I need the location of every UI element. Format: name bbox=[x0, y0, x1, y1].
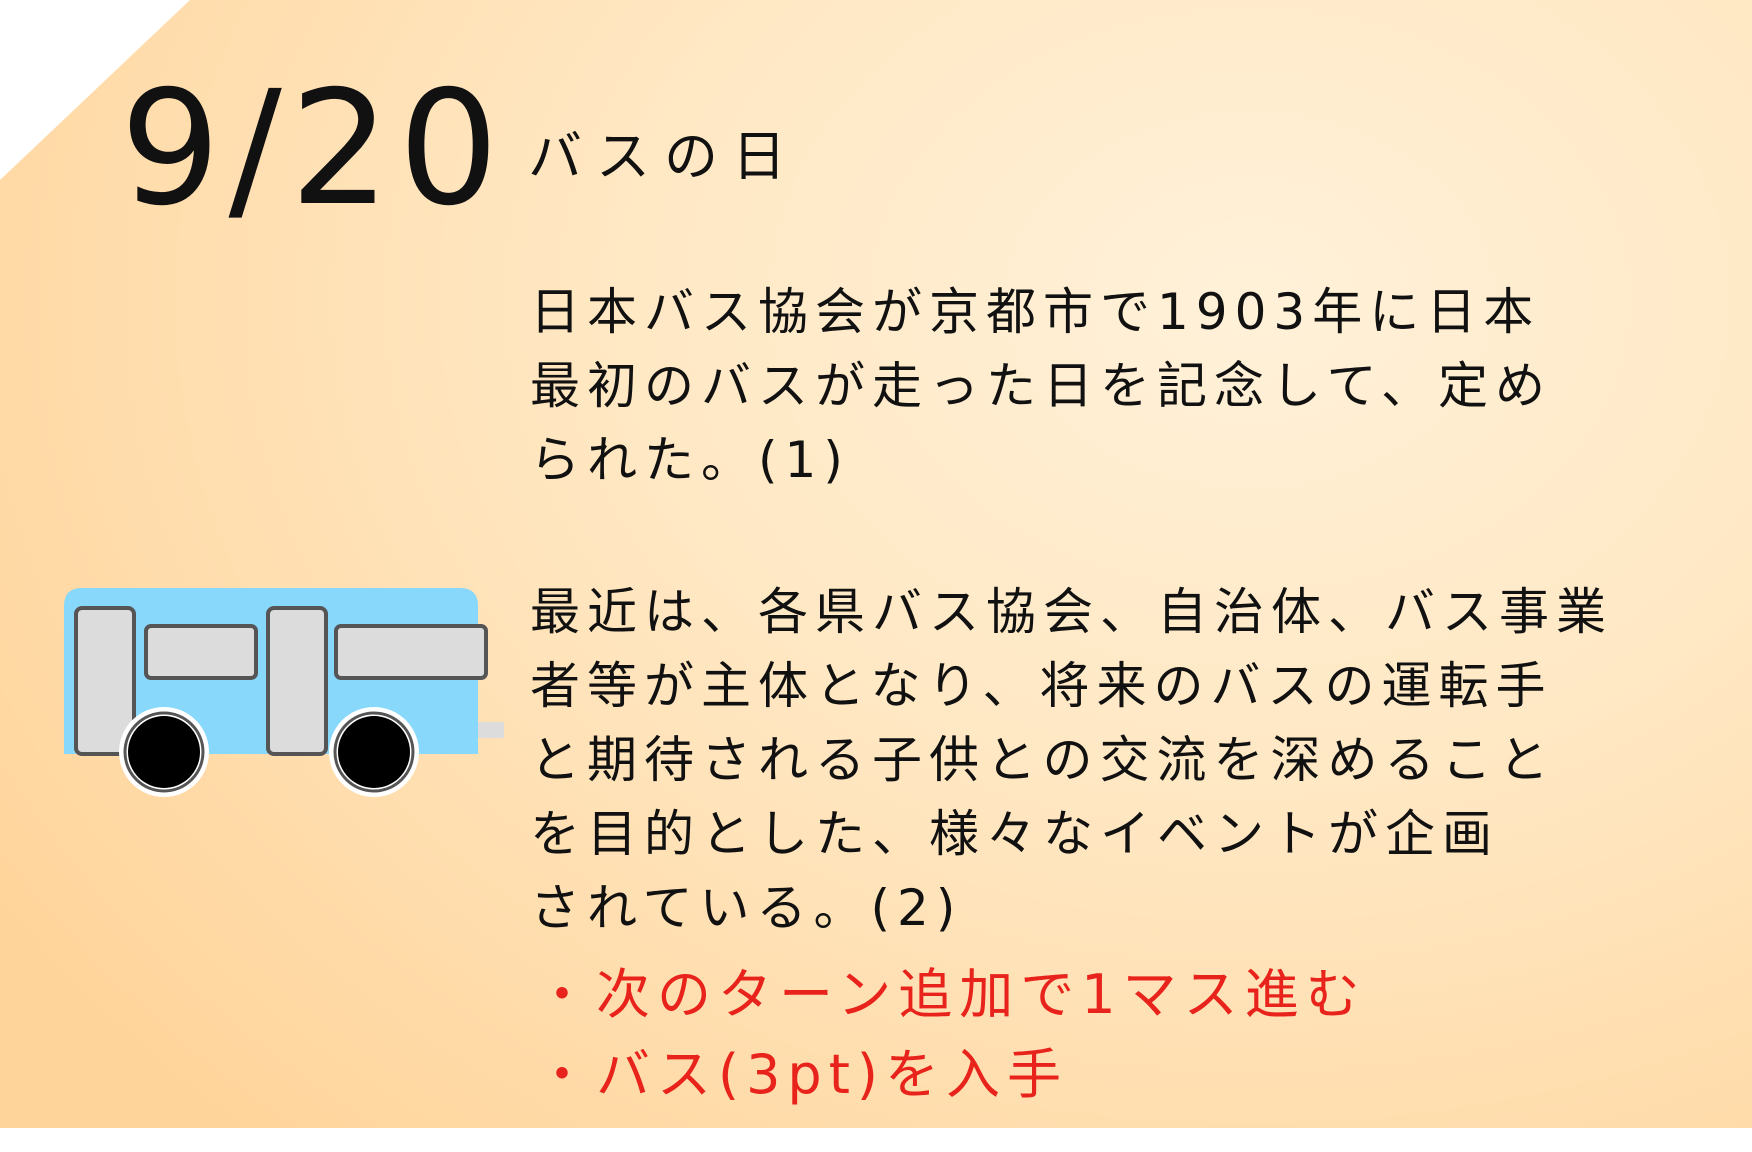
description-paragraph-1: 日本バス協会が京都市で1903年に日本 最初のバスが走った日を記念して、定め ら… bbox=[530, 275, 1670, 497]
effect-item: ・バス(3pt)を入手 bbox=[535, 1043, 1068, 1106]
card-date: 9/20 bbox=[120, 57, 507, 241]
effect-item: ・次のターン追加で1マス進む bbox=[535, 963, 1367, 1026]
effect-list: ・次のターン追加で1マス進む ・バス(3pt)を入手 bbox=[535, 955, 1367, 1115]
bus-icon bbox=[64, 588, 504, 797]
description-line: 日本バス協会が京都市で1903年に日本 bbox=[530, 283, 1541, 341]
description-line: 最近は、各県バス協会、自治体、バス事業 bbox=[530, 583, 1613, 641]
description-line: と期待される子供との交流を深めること bbox=[530, 731, 1556, 789]
description-line: されている。(2) bbox=[530, 879, 963, 937]
event-card: 9/20 バスの日 日本バス協会が京都市で1903年に日本 最初のバスが走った日… bbox=[0, 0, 1752, 1128]
description-line: られた。(1) bbox=[530, 431, 850, 489]
description-paragraph-2: 最近は、各県バス協会、自治体、バス事業 者等が主体となり、将来のバスの運転手 と… bbox=[530, 575, 1670, 945]
description-line: を目的とした、様々なイベントが企画 bbox=[530, 805, 1499, 863]
description-line: 者等が主体となり、将来のバスの運転手 bbox=[530, 657, 1553, 715]
card-title: バスの日 bbox=[528, 125, 800, 188]
description-line: 最初のバスが走った日を記念して、定め bbox=[530, 357, 1552, 415]
